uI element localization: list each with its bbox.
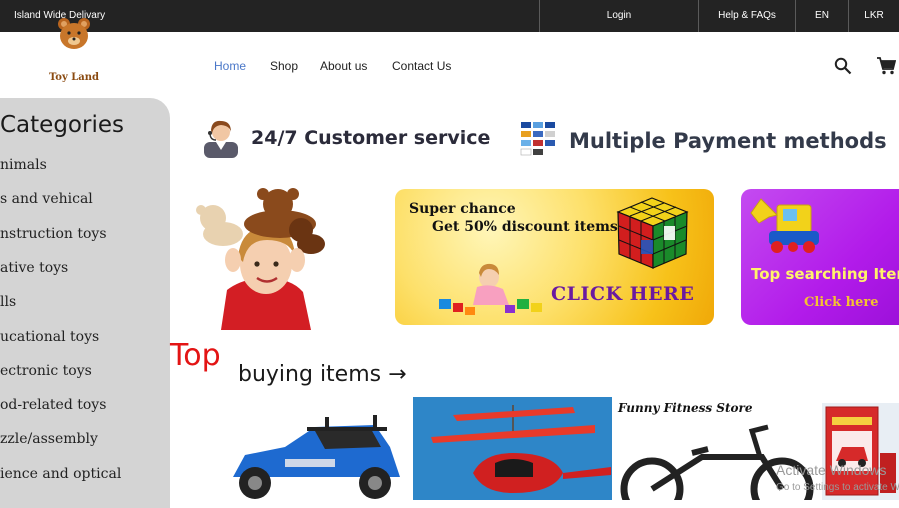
payment-cards-icon <box>520 122 555 156</box>
discount-banner[interactable]: Super chance Get 50% discount items CLIC… <box>395 189 714 325</box>
helicopter-image <box>431 405 611 493</box>
nav-contact-us[interactable]: Contact Us <box>392 59 451 73</box>
top-buying-heading-rest: buying items <box>238 362 382 387</box>
cart-icon[interactable] <box>876 57 896 75</box>
currency-selector[interactable]: LKR <box>849 0 899 32</box>
arrow-right-icon: → <box>388 362 407 387</box>
category-item[interactable]: ience and optical <box>0 466 121 482</box>
click-here-button[interactable]: CLICK HERE <box>551 283 694 305</box>
top-searching-banner[interactable]: Top searching Item Click here <box>741 189 899 325</box>
category-item[interactable]: zzle/assembly <box>0 431 98 447</box>
product-toy-jeep[interactable] <box>215 397 410 500</box>
rubiks-cube-image <box>616 197 689 269</box>
top-bar: Island Wide Delivary Login Help & FAQs E… <box>0 0 899 32</box>
teddy-bear-logo[interactable] <box>44 14 104 58</box>
discount-subline: Get 50% discount items <box>432 219 618 235</box>
fitness-store-label: Funny Fitness Store <box>618 401 753 415</box>
search-icon[interactable] <box>834 57 852 75</box>
category-item[interactable]: nimals <box>0 157 47 173</box>
category-item[interactable]: ative toys <box>0 260 68 276</box>
logo-text: Toy Land <box>49 72 100 83</box>
top-searching-title: Top searching Item <box>751 265 899 283</box>
windows-activation-subtext: Go to Settings to activate Windows. <box>776 482 899 493</box>
top-searching-click-here[interactable]: Click here <box>804 295 879 310</box>
category-item[interactable]: ucational toys <box>0 329 99 345</box>
girl-with-teddy-bears-image[interactable] <box>183 182 348 330</box>
product-rc-helicopter[interactable] <box>413 397 612 500</box>
language-selector[interactable]: EN <box>796 0 848 32</box>
nav-about-us[interactable]: About us <box>320 59 367 73</box>
discount-headline: Super chance <box>409 201 516 217</box>
toy-excavator-image <box>750 198 819 253</box>
category-item[interactable]: s and vehical <box>0 191 93 207</box>
customer-service-icon <box>204 120 238 158</box>
category-item[interactable]: nstruction toys <box>0 226 107 242</box>
login-link[interactable]: Login <box>540 0 698 32</box>
windows-activation-watermark: Activate Windows <box>776 462 887 478</box>
child-playing-blocks-image <box>439 263 542 315</box>
category-item[interactable]: ectronic toys <box>0 363 92 379</box>
category-item[interactable]: lls <box>0 294 16 310</box>
payment-methods-label: Multiple Payment methods <box>569 129 887 153</box>
help-faqs-link[interactable]: Help & FAQs <box>699 0 795 32</box>
customer-service-label: 24/7 Customer service <box>251 127 491 149</box>
nav-home[interactable]: Home <box>214 59 246 73</box>
categories-heading: Categories <box>0 112 124 138</box>
top-buying-heading: buying items → <box>238 362 407 387</box>
category-item[interactable]: od-related toys <box>0 397 106 413</box>
nav-shop[interactable]: Shop <box>270 59 298 73</box>
top-buying-heading-top: Top <box>170 338 221 373</box>
